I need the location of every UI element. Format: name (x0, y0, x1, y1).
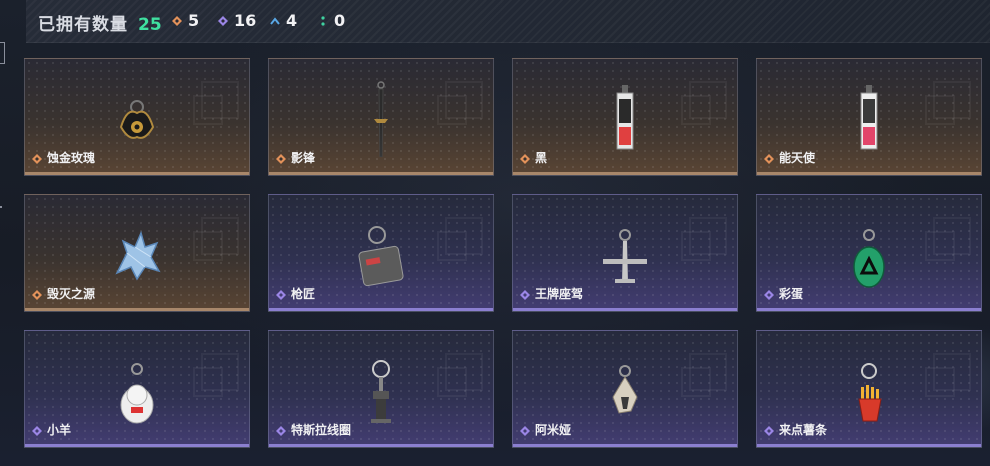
card-decoration (437, 95, 467, 125)
purple-diamond-icon (520, 290, 530, 300)
blade-charm-icon (374, 81, 388, 157)
item-name: 王牌座驾 (535, 287, 584, 301)
gold-diamond-icon (276, 154, 286, 164)
item-name: 彩蛋 (779, 287, 804, 301)
side-dot (0, 206, 2, 208)
purple-diamond-icon (276, 290, 286, 300)
card-decoration (437, 367, 467, 397)
lucky-cat-charm-icon (120, 363, 154, 424)
item-name: 来点薯条 (779, 423, 828, 437)
item-card[interactable]: 毁灭之源 (24, 194, 250, 312)
card-charm-icon (860, 85, 878, 150)
item-name: 阿米娅 (535, 423, 572, 437)
purple-diamond-icon (520, 426, 530, 436)
stat-blue-value: 4 (286, 11, 298, 30)
rarity-line (269, 172, 493, 175)
rarity-line (757, 308, 981, 311)
stat-blue: 4 (270, 11, 297, 30)
item-name: 特斯拉线圈 (291, 423, 352, 437)
dog-tag-icon (358, 226, 404, 287)
rarity-line (757, 172, 981, 175)
rarity-line (25, 308, 249, 311)
item-name: 枪匠 (291, 287, 316, 301)
rarity-line (25, 444, 249, 447)
card-decoration (681, 95, 711, 125)
purple-diamond-icon (218, 15, 228, 26)
fries-charm-icon (858, 363, 882, 422)
item-card[interactable]: 王牌座驾 (512, 194, 738, 312)
item-name: 蚀金玫瑰 (47, 151, 96, 165)
gold-diamond-icon (172, 15, 182, 26)
gold-diamond-icon (32, 290, 42, 300)
item-name: 能天使 (779, 151, 816, 165)
side-bracket (0, 42, 5, 64)
ornate-gear-charm-icon (119, 100, 155, 139)
item-name: 小羊 (47, 423, 72, 437)
card-decoration (925, 95, 955, 125)
item-name: 黑 (535, 151, 548, 165)
purple-diamond-icon (764, 426, 774, 436)
card-charm-icon (616, 85, 634, 150)
crystal-dragon-icon (115, 230, 161, 281)
rarity-line (757, 444, 981, 447)
owned-label: 已拥有数量 (38, 15, 128, 35)
stat-gold-value: 5 (188, 11, 200, 30)
item-card[interactable]: 能天使 (756, 58, 982, 176)
owned-number: 25 (138, 15, 162, 35)
owned-count: 已拥有数量 25 (38, 10, 162, 35)
rarity-line (513, 172, 737, 175)
purple-diamond-icon (764, 290, 774, 300)
item-name: 毁灭之源 (47, 287, 96, 301)
green-dots-icon (321, 15, 325, 26)
purple-diamond-icon (32, 426, 42, 436)
card-decoration (681, 231, 711, 261)
card-decoration (925, 367, 955, 397)
card-decoration (193, 367, 223, 397)
rarity-line (269, 444, 493, 447)
item-card[interactable]: 彩蛋 (756, 194, 982, 312)
purple-diamond-icon (276, 426, 286, 436)
tesla-coil-charm-icon (371, 360, 391, 423)
card-decoration (193, 95, 223, 125)
gold-diamond-icon (764, 154, 774, 164)
green-egg-charm-icon (853, 229, 885, 288)
item-card[interactable]: 枪匠 (268, 194, 494, 312)
stat-purple-value: 16 (234, 11, 257, 30)
gold-diamond-icon (32, 154, 42, 164)
card-decoration (193, 231, 223, 261)
item-card[interactable]: 小羊 (24, 330, 250, 448)
item-card[interactable]: 黑 (512, 58, 738, 176)
stat-green: 0 (318, 11, 345, 30)
item-card[interactable]: 蚀金玫瑰 (24, 58, 250, 176)
bunny-ears-charm-icon (612, 365, 638, 414)
rarity-line (513, 444, 737, 447)
stat-green-value: 0 (334, 11, 346, 30)
item-name: 影锋 (291, 151, 316, 165)
item-card[interactable]: 来点薯条 (756, 330, 982, 448)
rarity-line (513, 308, 737, 311)
card-decoration (681, 367, 711, 397)
card-decoration (437, 231, 467, 261)
rarity-line (269, 308, 493, 311)
card-decoration (925, 231, 955, 261)
item-card[interactable]: 特斯拉线圈 (268, 330, 494, 448)
item-card[interactable]: 阿米娅 (512, 330, 738, 448)
stat-purple: 16 (218, 11, 256, 30)
summary-bar (26, 0, 990, 43)
item-card[interactable]: 影锋 (268, 58, 494, 176)
rarity-line (25, 172, 249, 175)
gold-diamond-icon (520, 154, 530, 164)
stat-gold: 5 (172, 11, 199, 30)
blue-chevron-icon (270, 16, 280, 25)
airplane-charm-icon (603, 229, 647, 283)
